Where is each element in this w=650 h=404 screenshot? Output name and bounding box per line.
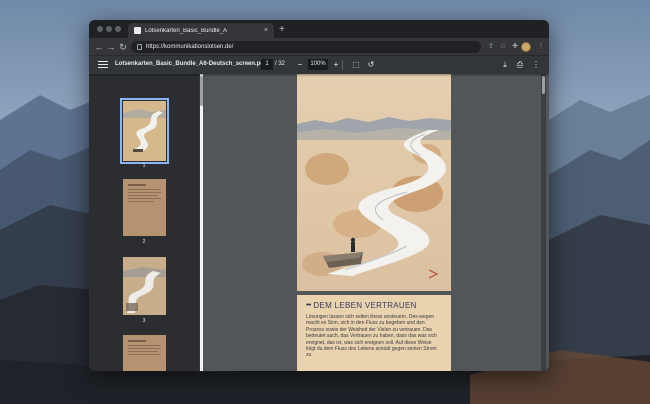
print-icon[interactable]: ⎙ <box>514 59 526 71</box>
total-pages: 32 <box>278 61 286 67</box>
toolbar-divider <box>342 60 343 70</box>
thumbnail-page-1[interactable] <box>120 98 169 164</box>
page-separator: / <box>275 61 277 67</box>
profile-avatar[interactable] <box>521 42 531 52</box>
browser-menu-icon[interactable]: ⋮ <box>535 41 547 53</box>
favicon-icon <box>134 27 141 34</box>
close-window-icon[interactable] <box>97 26 103 32</box>
tab-title: Lotsenkarten_Basic_Bundle_A <box>145 27 228 34</box>
url-text: https://kommunikationslotsen.de/ <box>146 44 234 50</box>
viewer-scrollbar-thumb[interactable] <box>542 76 545 94</box>
thumbnail-page-4[interactable] <box>123 335 166 371</box>
page-number-input[interactable]: 1 <box>261 59 273 70</box>
zoom-out-button[interactable]: − <box>294 59 306 71</box>
heading-dots: ••• <box>306 302 311 309</box>
thumbnail-text-page <box>123 179 166 236</box>
thumbnail-label-3: 3 <box>142 318 146 324</box>
lock-icon[interactable] <box>137 44 142 50</box>
card-heading: ••• DEM LEBEN VERTRAUEN <box>306 301 442 310</box>
zoom-level-input[interactable]: 100% <box>308 59 328 70</box>
address-bar[interactable]: https://kommunikationslotsen.de/ <box>131 41 481 53</box>
hamburger-menu-icon[interactable] <box>97 59 109 71</box>
thumbnail-page-2[interactable] <box>123 179 166 236</box>
maximize-window-icon[interactable] <box>115 26 121 32</box>
thumbnail-illustration <box>123 101 166 161</box>
more-options-icon[interactable]: ⋮ <box>530 59 542 71</box>
pdf-page-1 <box>297 74 451 291</box>
rotate-icon[interactable]: ↺ <box>365 59 377 71</box>
viewer-scrollbar[interactable] <box>541 74 546 371</box>
browser-window: Lotsenkarten_Basic_Bundle_A × + ← → ↻ ht… <box>89 20 549 371</box>
thumbnail-text-page <box>123 335 166 371</box>
minimize-window-icon[interactable] <box>106 26 112 32</box>
download-icon[interactable]: ⤓ <box>499 59 511 71</box>
back-button[interactable]: ← <box>93 41 105 53</box>
close-tab-icon[interactable]: × <box>264 27 268 34</box>
pdf-document-title: Lotsenkarten_Basic_Bundle_A6-Deutsch_scr… <box>115 61 267 67</box>
thumbnail-page-3[interactable] <box>123 257 166 315</box>
card-heading-text: DEM LEBEN VERTRAUEN <box>313 301 417 310</box>
pdf-page-2: ••• DEM LEBEN VERTRAUEN Lösungen lassen … <box>297 295 451 371</box>
thumbnail-illustration <box>123 257 166 315</box>
page-count: / 32 <box>275 61 285 67</box>
share-icon[interactable]: ⇪ <box>485 41 497 53</box>
forward-button[interactable]: → <box>105 41 117 53</box>
river-illustration <box>297 74 451 291</box>
pdf-toolbar: Lotsenkarten_Basic_Bundle_A6-Deutsch_scr… <box>89 56 549 74</box>
thumbnail-label-2: 2 <box>142 239 146 245</box>
reload-button[interactable]: ↻ <box>117 41 129 53</box>
fit-to-page-icon[interactable]: ⬚ <box>350 59 362 71</box>
thumbnail-label-1: 1 <box>142 163 146 169</box>
bookmark-star-icon[interactable]: ☆ <box>497 41 509 53</box>
extensions-icon[interactable]: ✚ <box>509 41 521 53</box>
thumbnail-sidebar: 1 2 3 <box>89 74 199 371</box>
title-bar: Lotsenkarten_Basic_Bundle_A × + <box>89 20 549 38</box>
card-body-text: Lösungen lassen sich selten linear anste… <box>306 314 437 359</box>
pdf-viewer: ••• DEM LEBEN VERTRAUEN Lösungen lassen … <box>203 74 549 371</box>
browser-toolbar: ← → ↻ https://kommunikationslotsen.de/ ⇪… <box>89 38 549 56</box>
browser-tab[interactable]: Lotsenkarten_Basic_Bundle_A × <box>128 23 274 38</box>
zoom-in-button[interactable]: + <box>330 59 342 71</box>
new-tab-button[interactable]: + <box>279 24 285 35</box>
